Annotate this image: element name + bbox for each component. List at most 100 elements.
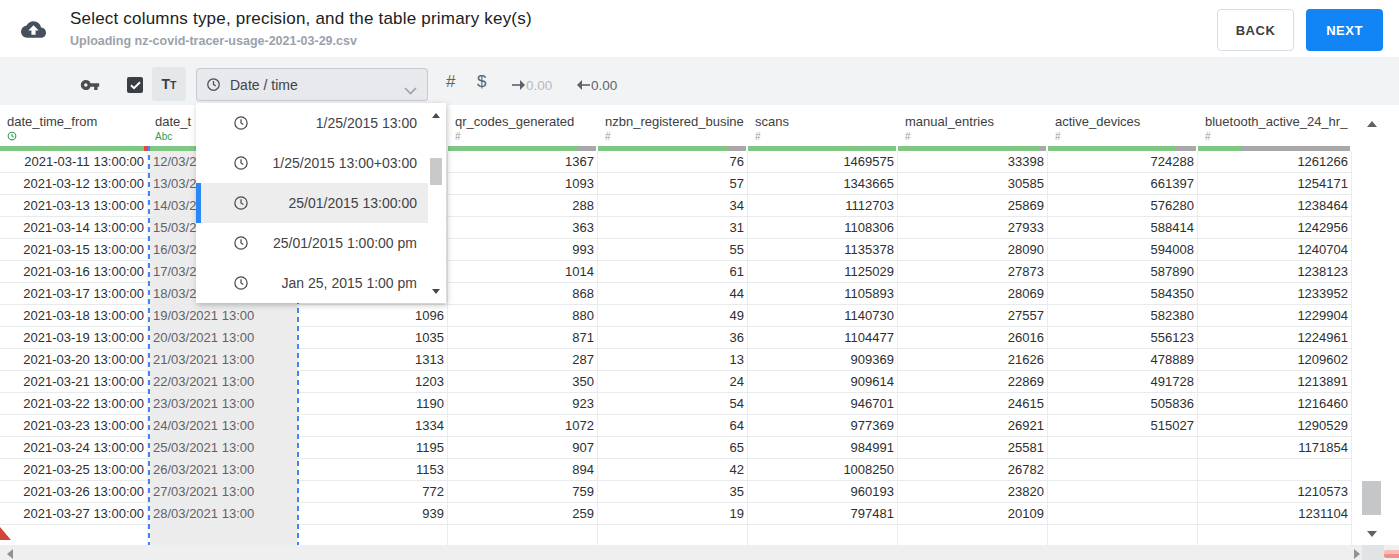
column-type-toolbar: TT Date / time # $ 0.00 0.00 (0, 57, 1399, 105)
table-cell: 34 (598, 195, 748, 217)
table-cell: 287 (448, 349, 598, 371)
currency-type-button[interactable]: $ (477, 72, 486, 92)
clock-icon (233, 115, 249, 135)
table-cell: 491728 (1048, 371, 1198, 393)
table-cell: 1014 (448, 261, 598, 283)
dropdown-menu-item[interactable]: 1/25/2015 13:00 (196, 103, 428, 143)
dropdown-menu-item[interactable]: 1/25/2015 13:00+03:00 (196, 143, 428, 183)
decrease-decimal-button[interactable]: 0.00 (577, 77, 617, 93)
dropdown-menu-item[interactable]: Jan 25, 2015 1:00 pm (196, 263, 428, 303)
table-cell: 478889 (1048, 349, 1198, 371)
table-cell: 13 (598, 349, 748, 371)
table-cell: 55 (598, 239, 748, 261)
clock-icon (233, 235, 249, 255)
table-cell: 1096 (298, 305, 448, 327)
table-cell: 25869 (898, 195, 1048, 217)
table-cell: 797481 (748, 503, 898, 525)
table-cell: 35 (598, 481, 748, 503)
table-cell: 26782 (898, 459, 1048, 481)
column-header[interactable]: date_time_from (0, 105, 148, 146)
arrow-left-icon (577, 80, 590, 90)
increase-decimal-button[interactable]: 0.00 (512, 77, 552, 93)
dropdown-item-label: 1/25/2015 13:00+03:00 (273, 143, 417, 183)
table-cell: 2021-03-16 13:00:00 (0, 261, 148, 283)
column-header[interactable]: manual_entries# (898, 105, 1048, 146)
table-cell: 977369 (748, 415, 898, 437)
horizontal-scrollbar[interactable] (0, 545, 1399, 560)
vertical-scrollbar-thumb[interactable] (1362, 481, 1381, 515)
table-cell: 28090 (898, 239, 1048, 261)
column-header[interactable]: active_devices# (1048, 105, 1198, 146)
scroll-right-button[interactable] (1354, 549, 1360, 559)
back-button[interactable]: BACK (1217, 9, 1294, 51)
column-type-indicator: # (605, 131, 611, 142)
table-cell: 1261266 (1198, 151, 1352, 173)
menu-scroll-up-button[interactable] (432, 113, 440, 118)
table-cell: 1195 (298, 437, 448, 459)
column-name: manual_entries (905, 114, 1048, 129)
chevron-down-icon (404, 81, 417, 99)
table-cell: 2021-03-17 13:00:00 (0, 283, 148, 305)
table-cell: 1231104 (1198, 503, 1352, 525)
column-header[interactable]: bluetooth_active_24_hr_# (1198, 105, 1352, 146)
table-cell: 576280 (1048, 195, 1198, 217)
table-cell: 65 (598, 437, 748, 459)
table-cell: 894 (448, 459, 598, 481)
table-cell: 1334 (298, 415, 448, 437)
column-name: date_time_from (7, 114, 148, 129)
table-cell: 2021-03-14 13:00:00 (0, 217, 148, 239)
table-cell: 1238464 (1198, 195, 1352, 217)
table-cell: 1190 (298, 393, 448, 415)
table-cell: 1233952 (1198, 283, 1352, 305)
column-name: nzbn_registered_busine (605, 114, 748, 129)
table-cell: 772 (298, 481, 448, 503)
column-type-select[interactable]: Date / time (196, 68, 428, 101)
column-header[interactable]: scans# (748, 105, 898, 146)
primary-key-icon[interactable] (80, 75, 100, 99)
table-cell: 24 (598, 371, 748, 393)
table-cell: 2021-03-24 13:00:00 (0, 437, 148, 459)
column-type-indicator: # (455, 131, 461, 142)
scroll-up-button[interactable] (1367, 121, 1377, 127)
number-type-button[interactable]: # (446, 72, 455, 92)
table-cell: 24615 (898, 393, 1048, 415)
clock-icon (233, 155, 249, 175)
table-cell: 2021-03-27 13:00:00 (0, 503, 148, 525)
table-cell: 22869 (898, 371, 1048, 393)
table-cell: 24/03/2021 13:00 (148, 415, 298, 437)
table-cell: 2021-03-11 13:00:00 (0, 151, 148, 173)
dropdown-menu-item[interactable]: 25/01/2015 1:00:00 pm (196, 223, 428, 263)
table-cell: 1125029 (748, 261, 898, 283)
table-cell: 868 (448, 283, 598, 305)
scroll-left-button[interactable] (7, 549, 13, 559)
table-cell: 1140730 (748, 305, 898, 327)
horizontal-scrollbar-thumb[interactable] (1384, 550, 1399, 558)
column-name: scans (755, 114, 898, 129)
next-button[interactable]: NEXT (1306, 9, 1383, 51)
table-cell: 42 (598, 459, 748, 481)
menu-scroll-down-button[interactable] (432, 289, 440, 294)
scroll-down-button[interactable] (1367, 531, 1377, 537)
column-type-indicator: # (1055, 131, 1061, 142)
table-cell: 61 (598, 261, 748, 283)
table-cell: 1171854 (1198, 437, 1352, 459)
table-cell: 594008 (1048, 239, 1198, 261)
table-cell: 49 (598, 305, 748, 327)
table-cell: 984991 (748, 437, 898, 459)
include-column-checkbox[interactable] (127, 77, 143, 93)
table-cell: 1105893 (748, 283, 898, 305)
table-cell: 22/03/2021 13:00 (148, 371, 298, 393)
table-cell: 1135378 (748, 239, 898, 261)
table-cell: 556123 (1048, 327, 1198, 349)
dropdown-menu-item[interactable]: 25/01/2015 13:00:00 (196, 183, 428, 223)
menu-scrollbar-thumb[interactable] (430, 158, 442, 185)
table-cell: 1008250 (748, 459, 898, 481)
table-cell: 30585 (898, 173, 1048, 195)
table-cell: 2021-03-26 13:00:00 (0, 481, 148, 503)
column-header[interactable]: nzbn_registered_busine # (598, 105, 748, 146)
text-type-button[interactable]: TT (152, 67, 186, 101)
column-header[interactable]: qr_codes_generated# (448, 105, 598, 146)
table-cell: 1203 (298, 371, 448, 393)
dropdown-item-label: Jan 25, 2015 1:00 pm (282, 263, 417, 303)
table-cell: 1343665 (748, 173, 898, 195)
